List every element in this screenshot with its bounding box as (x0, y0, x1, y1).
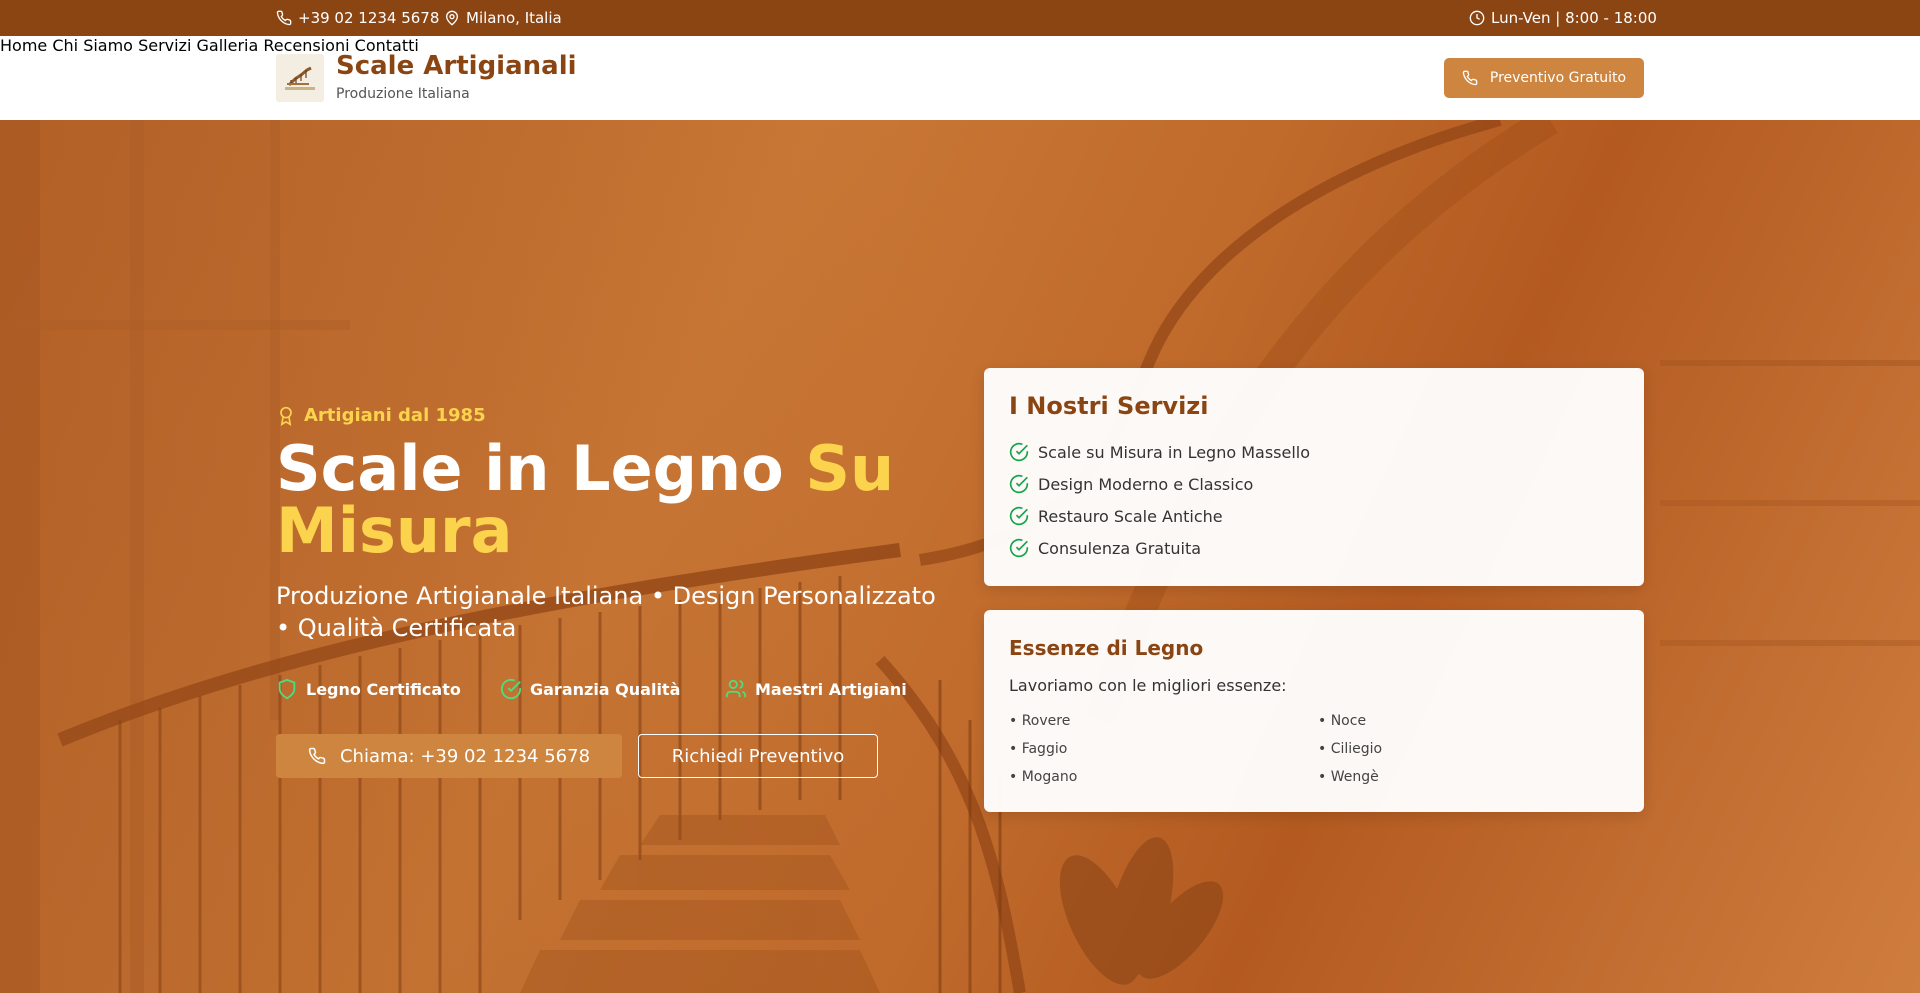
map-pin-icon (445, 10, 459, 26)
wood-types-intro: Lavoriamo con le migliori essenze: (1009, 676, 1287, 695)
free-quote-button[interactable]: Preventivo Gratuito (1444, 58, 1644, 98)
wood-types-card-title: Essenze di Legno (1009, 636, 1204, 660)
services-card: I Nostri Servizi Scale su Misura in Legn… (984, 368, 1644, 586)
nav-chi-siamo[interactable]: Chi Siamo (52, 36, 133, 55)
phone-icon (308, 747, 326, 765)
hero-title: Scale in Legno Su Misura (276, 438, 916, 562)
wood-item: • Mogano (1009, 769, 1078, 785)
services-card-title: I Nostri Servizi (1009, 392, 1209, 420)
feature-master-craftsmen: Maestri Artigiani (725, 678, 907, 700)
staircase-logo-icon (285, 66, 315, 90)
feature-label: Maestri Artigiani (755, 679, 907, 699)
wood-item: • Noce (1318, 713, 1367, 729)
service-item-label: Consulenza Gratuita (1038, 538, 1202, 558)
award-icon (280, 406, 292, 426)
logo[interactable] (276, 54, 324, 102)
wood-item: • Ciliegio (1318, 741, 1383, 757)
main-nav: Home Chi Siamo Servizi Galleria Recensio… (0, 36, 1920, 55)
users-icon (725, 679, 747, 698)
free-quote-label: Preventivo Gratuito (1489, 70, 1627, 86)
call-button[interactable]: Chiama: +39 02 1234 5678 (276, 734, 622, 778)
call-button-label: Chiama: +39 02 1234 5678 (339, 745, 591, 767)
service-item: Consulenza Gratuita (1009, 538, 1201, 558)
site-header: Scale Artigianali Produzione Italiana Ho… (0, 36, 1920, 120)
wood-item: • Wengè (1318, 769, 1379, 785)
topbar-hours: Lun-Ven | 8:00 - 18:00 (1469, 9, 1657, 27)
hero-section: Artigiani dal 1985 Scale in Legno Su Mis… (0, 120, 1920, 993)
wood-types-card: Essenze di Legno Lavoriamo con le miglio… (984, 610, 1644, 812)
check-circle-icon (1009, 506, 1029, 526)
feature-label: Garanzia Qualità (530, 679, 681, 699)
check-circle-icon (1009, 474, 1029, 494)
service-item: Scale su Misura in Legno Massello (1009, 442, 1310, 462)
shield-icon (278, 678, 296, 700)
topbar-location: Milano, Italia (444, 9, 562, 27)
service-item-label: Design Moderno e Classico (1038, 474, 1254, 494)
hero-badge-text: Artigiani dal 1985 (304, 405, 486, 426)
topbar-location-text: Milano, Italia (466, 9, 562, 27)
nav-home[interactable]: Home (0, 36, 47, 55)
hero-badge: Artigiani dal 1985 (276, 405, 486, 426)
top-bar: +39 02 1234 5678 Milano, Italia Lun-Ven … (0, 0, 1920, 36)
request-quote-button[interactable]: Richiedi Preventivo (638, 734, 878, 778)
nav-galleria[interactable]: Galleria (197, 36, 259, 55)
topbar-phone-text: +39 02 1234 5678 (298, 9, 440, 27)
clock-icon (1469, 10, 1485, 26)
topbar-hours-text: Lun-Ven | 8:00 - 18:00 (1491, 9, 1657, 27)
service-item-label: Restauro Scale Antiche (1038, 506, 1223, 526)
feature-quality-guarantee: Garanzia Qualità (500, 678, 680, 700)
check-circle-icon (1009, 442, 1029, 462)
service-item-label: Scale su Misura in Legno Massello (1038, 442, 1311, 462)
service-item: Design Moderno e Classico (1009, 474, 1253, 494)
service-item: Restauro Scale Antiche (1009, 506, 1223, 526)
feature-label: Legno Certificato (306, 679, 461, 699)
feature-certified-wood: Legno Certificato (276, 678, 461, 700)
topbar-phone[interactable]: +39 02 1234 5678 (276, 9, 439, 27)
phone-icon (276, 10, 292, 26)
hero-subtitle: Produzione Artigianale Italiana • Design… (276, 582, 936, 642)
nav-servizi[interactable]: Servizi (138, 36, 191, 55)
wood-item: • Rovere (1009, 713, 1071, 729)
brand-title[interactable]: Scale Artigianali (336, 51, 577, 81)
phone-icon (1462, 70, 1478, 86)
wood-item: • Faggio (1009, 741, 1068, 757)
check-circle-icon (500, 678, 522, 700)
brand-subtitle: Produzione Italiana (336, 86, 470, 102)
check-circle-icon (1009, 538, 1029, 558)
